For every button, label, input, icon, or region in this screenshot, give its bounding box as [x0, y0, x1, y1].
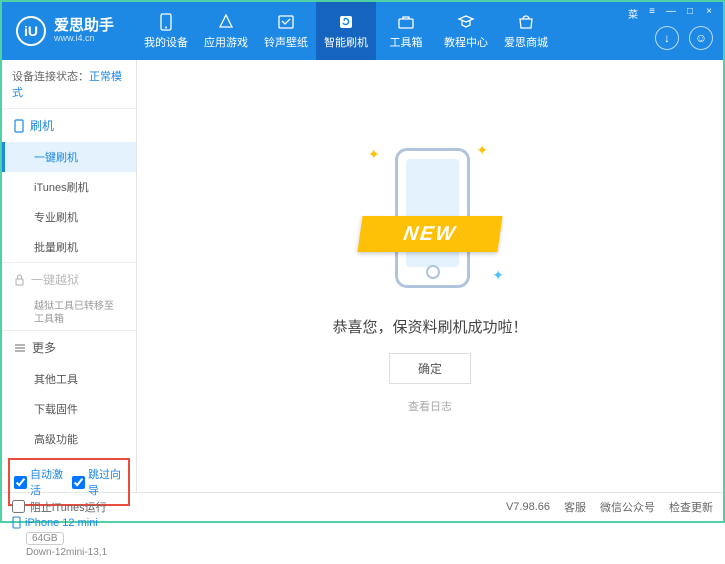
nav-flash[interactable]: 智能刷机 [316, 2, 376, 60]
nav-label: 应用游戏 [204, 34, 248, 50]
sidebar-item-itunes[interactable]: iTunes刷机 [2, 172, 136, 202]
sidebar-item-other[interactable]: 其他工具 [2, 364, 136, 394]
jailbreak-note: 越狱工具已转移至 工具箱 [2, 296, 136, 330]
new-ribbon: NEW [357, 216, 502, 252]
footer-update[interactable]: 检查更新 [669, 499, 713, 515]
success-illustration: ✦ ✦ ✦ NEW [350, 138, 510, 298]
nav-label: 工具箱 [390, 34, 423, 50]
nav-store[interactable]: 爱思商城 [496, 2, 556, 60]
section-flash[interactable]: 刷机 [2, 109, 136, 142]
flash-icon [337, 13, 355, 31]
nav-label: 我的设备 [144, 34, 188, 50]
header-right: ↓ ☺ [655, 26, 713, 50]
minimize-icon[interactable]: — [663, 6, 679, 21]
version-label: V7.98.66 [506, 501, 550, 513]
section-jailbreak[interactable]: 一键越狱 [2, 263, 136, 296]
nav-label: 爱思商城 [504, 34, 548, 50]
nav-toolbox[interactable]: 工具箱 [376, 2, 436, 60]
phone-small-icon [14, 119, 24, 133]
app-url: www.i4.cn [54, 34, 114, 44]
window-controls: 菜 ≡ — □ × [625, 6, 717, 21]
device-info[interactable]: iPhone 12 mini 64GB Down-12mini-13,1 [2, 510, 136, 564]
star-icon: ✦ [492, 267, 504, 284]
nav-label: 铃声壁纸 [264, 34, 308, 50]
sidebar-item-oneclick[interactable]: 一键刷机 [2, 142, 136, 172]
checkbox-auto-activate[interactable]: 自动激活 [14, 466, 66, 498]
connection-status: 设备连接状态：正常模式 [2, 60, 136, 108]
nav-label: 教程中心 [444, 34, 488, 50]
star-icon: ✦ [368, 146, 380, 163]
ok-button[interactable]: 确定 [389, 353, 471, 384]
download-icon[interactable]: ↓ [655, 26, 679, 50]
more-icon [14, 343, 26, 353]
sidebar-item-download[interactable]: 下载固件 [2, 394, 136, 424]
success-message: 恭喜您，保资料刷机成功啦！ [332, 316, 527, 337]
list-icon[interactable]: ≡ [644, 6, 660, 21]
nav-my-device[interactable]: 我的设备 [136, 2, 196, 60]
nav-label: 智能刷机 [324, 34, 368, 50]
nav-ringtone[interactable]: 铃声壁纸 [256, 2, 316, 60]
store-icon [517, 13, 535, 31]
app-name: 爱思助手 [54, 18, 114, 35]
sidebar: 设备连接状态：正常模式 刷机 一键刷机 iTunes刷机 专业刷机 批量刷机 一… [2, 60, 137, 492]
apps-icon [217, 13, 235, 31]
menu-icon[interactable]: 菜 [625, 6, 641, 21]
phone-icon [157, 13, 175, 31]
tutorial-icon [457, 13, 475, 31]
star-icon: ✦ [476, 142, 488, 159]
main-nav: 我的设备 应用游戏 铃声壁纸 智能刷机 工具箱 教程中心 爱思商城 [136, 2, 556, 60]
view-log-link[interactable]: 查看日志 [408, 398, 452, 414]
logo-area: iU 爱思助手 www.i4.cn [2, 16, 128, 46]
nav-apps[interactable]: 应用游戏 [196, 2, 256, 60]
app-header: iU 爱思助手 www.i4.cn 我的设备 应用游戏 铃声壁纸 智能刷机 工具… [2, 2, 723, 60]
lock-icon [14, 274, 25, 286]
sidebar-item-pro[interactable]: 专业刷机 [2, 202, 136, 232]
user-icon[interactable]: ☺ [689, 26, 713, 50]
nav-tutorial[interactable]: 教程中心 [436, 2, 496, 60]
main-content: ✦ ✦ ✦ NEW 恭喜您，保资料刷机成功啦！ 确定 查看日志 [137, 60, 723, 492]
sidebar-item-advanced[interactable]: 高级功能 [2, 424, 136, 454]
toolbox-icon [397, 13, 415, 31]
close-icon[interactable]: × [701, 6, 717, 21]
maximize-icon[interactable]: □ [682, 6, 698, 21]
section-more[interactable]: 更多 [2, 331, 136, 364]
logo-icon: iU [16, 16, 46, 46]
footer-wechat[interactable]: 微信公众号 [600, 499, 655, 515]
footer-support[interactable]: 客服 [564, 499, 586, 515]
wallpaper-icon [277, 13, 295, 31]
checkbox-skip-guide[interactable]: 跳过向导 [72, 466, 124, 498]
device-sub: Down-12mini-13,1 [26, 547, 126, 558]
block-itunes-checkbox[interactable]: 阻止iTunes运行 [12, 499, 107, 515]
device-storage: 64GB [26, 532, 64, 545]
sidebar-item-batch[interactable]: 批量刷机 [2, 232, 136, 262]
